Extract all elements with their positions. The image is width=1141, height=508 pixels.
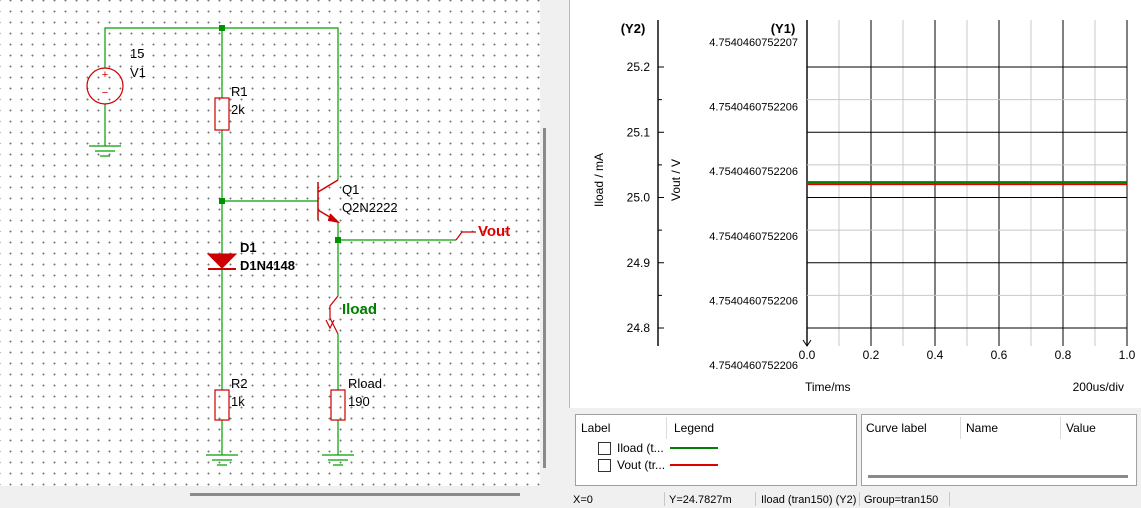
vout-probe-icon[interactable]	[455, 231, 476, 241]
rload-value: 190	[348, 394, 370, 409]
q1-model: Q2N2222	[342, 200, 398, 215]
scrollbar-thumb[interactable]	[190, 493, 520, 496]
column-separator[interactable]	[960, 417, 961, 439]
x-axis-label: Time/ms	[805, 380, 851, 394]
legend-item-vout[interactable]: Vout (tr...	[598, 458, 665, 472]
y2-tick-label: 25.0	[627, 191, 651, 205]
x-tick-label: 1.0	[1119, 348, 1136, 362]
d1-model: D1N4148	[240, 258, 295, 273]
y2-tick-label: 25.2	[627, 60, 651, 74]
y1-tick-labels: 4.7540460752207 4.7540460752206 4.75404607…	[709, 37, 798, 372]
y1-tick-label: 4.7540460752206	[709, 166, 798, 178]
y2-tick-label: 25.1	[627, 125, 651, 139]
resistor-r1[interactable]	[214, 97, 230, 131]
x-div-label: 200us/div	[1073, 380, 1124, 394]
y1-tick-label: 4.7540460752206	[709, 102, 798, 114]
plot-series	[807, 181, 1127, 186]
r1-value: 2k	[231, 102, 245, 117]
curve-panel-scrollbar[interactable]	[868, 475, 1128, 478]
diode-d1[interactable]	[206, 253, 238, 270]
x-tick-label: 0.0	[799, 348, 816, 362]
y2-axis-label: Iload / mA	[592, 153, 606, 207]
svg-text:+: +	[102, 69, 108, 81]
y1-tick-label: 4.7540460752206	[709, 231, 798, 243]
r1-name: R1	[231, 84, 248, 99]
r2-name: R2	[231, 376, 248, 391]
wires	[104, 27, 456, 455]
schematic-horizontal-scrollbar[interactable]	[0, 486, 553, 504]
d1-name: D1	[240, 240, 257, 255]
pane-splitter[interactable]	[553, 0, 569, 508]
waveform-plot-pane[interactable]: (Y2) (Y1) Iload / mA Vout / V 25.2 25.1 25…	[569, 0, 1141, 408]
x-tick-label: 0.2	[863, 348, 880, 362]
scrollbar-thumb[interactable]	[543, 128, 546, 468]
status-curve: Iload (tran150) (Y2)	[761, 494, 857, 506]
q1-name: Q1	[342, 182, 359, 197]
vout-label: Vout	[478, 223, 510, 240]
y2-tick-label: 24.9	[627, 256, 651, 270]
y1-axis-title: (Y1)	[771, 21, 796, 36]
legend-panel[interactable]: Label Legend Iload (t... Vout (tr...	[575, 414, 857, 486]
y2-axis-title: (Y2)	[621, 21, 646, 36]
curve-col-name: Name	[966, 421, 999, 435]
x-tick-label: 0.4	[927, 348, 944, 362]
y1-axis-label: Vout / V	[669, 159, 683, 201]
column-separator[interactable]	[666, 417, 667, 439]
rload-name: Rload	[348, 376, 382, 391]
svg-text:−: −	[102, 87, 108, 99]
legend-item-label: Vout (tr...	[617, 458, 666, 472]
legend-col-label: Label	[581, 421, 611, 435]
waveform-chart[interactable]: (Y2) (Y1) Iload / mA Vout / V 25.2 25.1 25…	[570, 0, 1141, 408]
y1-tick-label: 4.7540460752206	[709, 295, 798, 307]
status-x: X=0	[573, 494, 593, 506]
y2-tick-label: 24.8	[627, 321, 651, 335]
x-tick-label: 0.6	[991, 348, 1008, 362]
schematic-vertical-scrollbar[interactable]	[540, 0, 553, 486]
legend-line-vout	[670, 464, 718, 466]
iload-ammeter-icon[interactable]	[325, 295, 339, 335]
schematic-drawing[interactable]: + − 15 V1 R1 2k Q1 Q2N2222 D1 D1N4148 Vo…	[0, 0, 540, 486]
transistor-q1[interactable]	[317, 179, 341, 224]
status-group: Group=tran150	[864, 494, 939, 506]
legend-line-iload	[670, 447, 718, 449]
legend-item-iload[interactable]: Iload (t...	[598, 441, 664, 455]
legend-checkbox-vout[interactable]	[598, 458, 611, 472]
v1-value: 15	[130, 46, 144, 61]
y1-tick-label: 4.7540460752207	[709, 37, 798, 49]
legend-col-legend: Legend	[674, 421, 715, 435]
iload-label: Iload	[342, 301, 377, 318]
junction-nodes	[219, 25, 341, 243]
schematic-pane[interactable]: + − 15 V1 R1 2k Q1 Q2N2222 D1 D1N4148 Vo…	[0, 0, 554, 504]
y1-tick-label: 4.7540460752206	[709, 360, 798, 372]
column-separator[interactable]	[1060, 417, 1061, 439]
v1-name: V1	[130, 65, 146, 80]
status-y: Y=24.7827m	[669, 494, 732, 506]
legend-checkbox-iload[interactable]	[598, 441, 611, 455]
resistor-rload[interactable]	[330, 389, 346, 421]
curve-info-panel[interactable]: Curve label Name Value	[861, 414, 1137, 486]
voltage-source-v1[interactable]: + −	[86, 67, 124, 105]
r2-value: 1k	[231, 394, 245, 409]
resistor-r2[interactable]	[214, 389, 230, 421]
curve-col-value: Value	[1066, 421, 1096, 435]
x-tick-label: 0.8	[1055, 348, 1072, 362]
status-bar: X=0 Y=24.7827m Iload (tran150) (Y2) Grou…	[569, 490, 1141, 508]
curve-col-label: Curve label	[866, 421, 927, 435]
legend-item-label: Iload (t...	[617, 441, 664, 455]
schematic-canvas[interactable]: + − 15 V1 R1 2k Q1 Q2N2222 D1 D1N4148 Vo…	[0, 0, 540, 486]
